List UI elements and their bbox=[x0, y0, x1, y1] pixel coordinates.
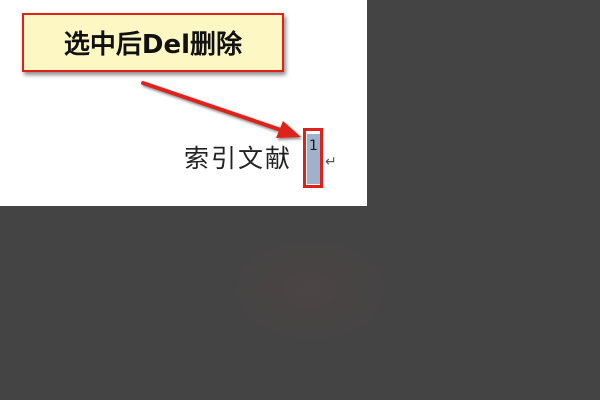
document-text[interactable]: 索引文献 bbox=[184, 140, 292, 178]
background-shade bbox=[220, 230, 400, 350]
callout-text: 选中后Del删除 bbox=[63, 30, 243, 60]
paragraph-mark: ↵ bbox=[325, 154, 337, 170]
instruction-callout: 选中后Del删除 bbox=[22, 13, 284, 72]
screenshot: 索引文献 1 ↵ 选中后Del删除 bbox=[0, 0, 600, 400]
document-line[interactable]: 索引文献 bbox=[184, 140, 292, 180]
footnote-highlight-box bbox=[303, 128, 323, 188]
